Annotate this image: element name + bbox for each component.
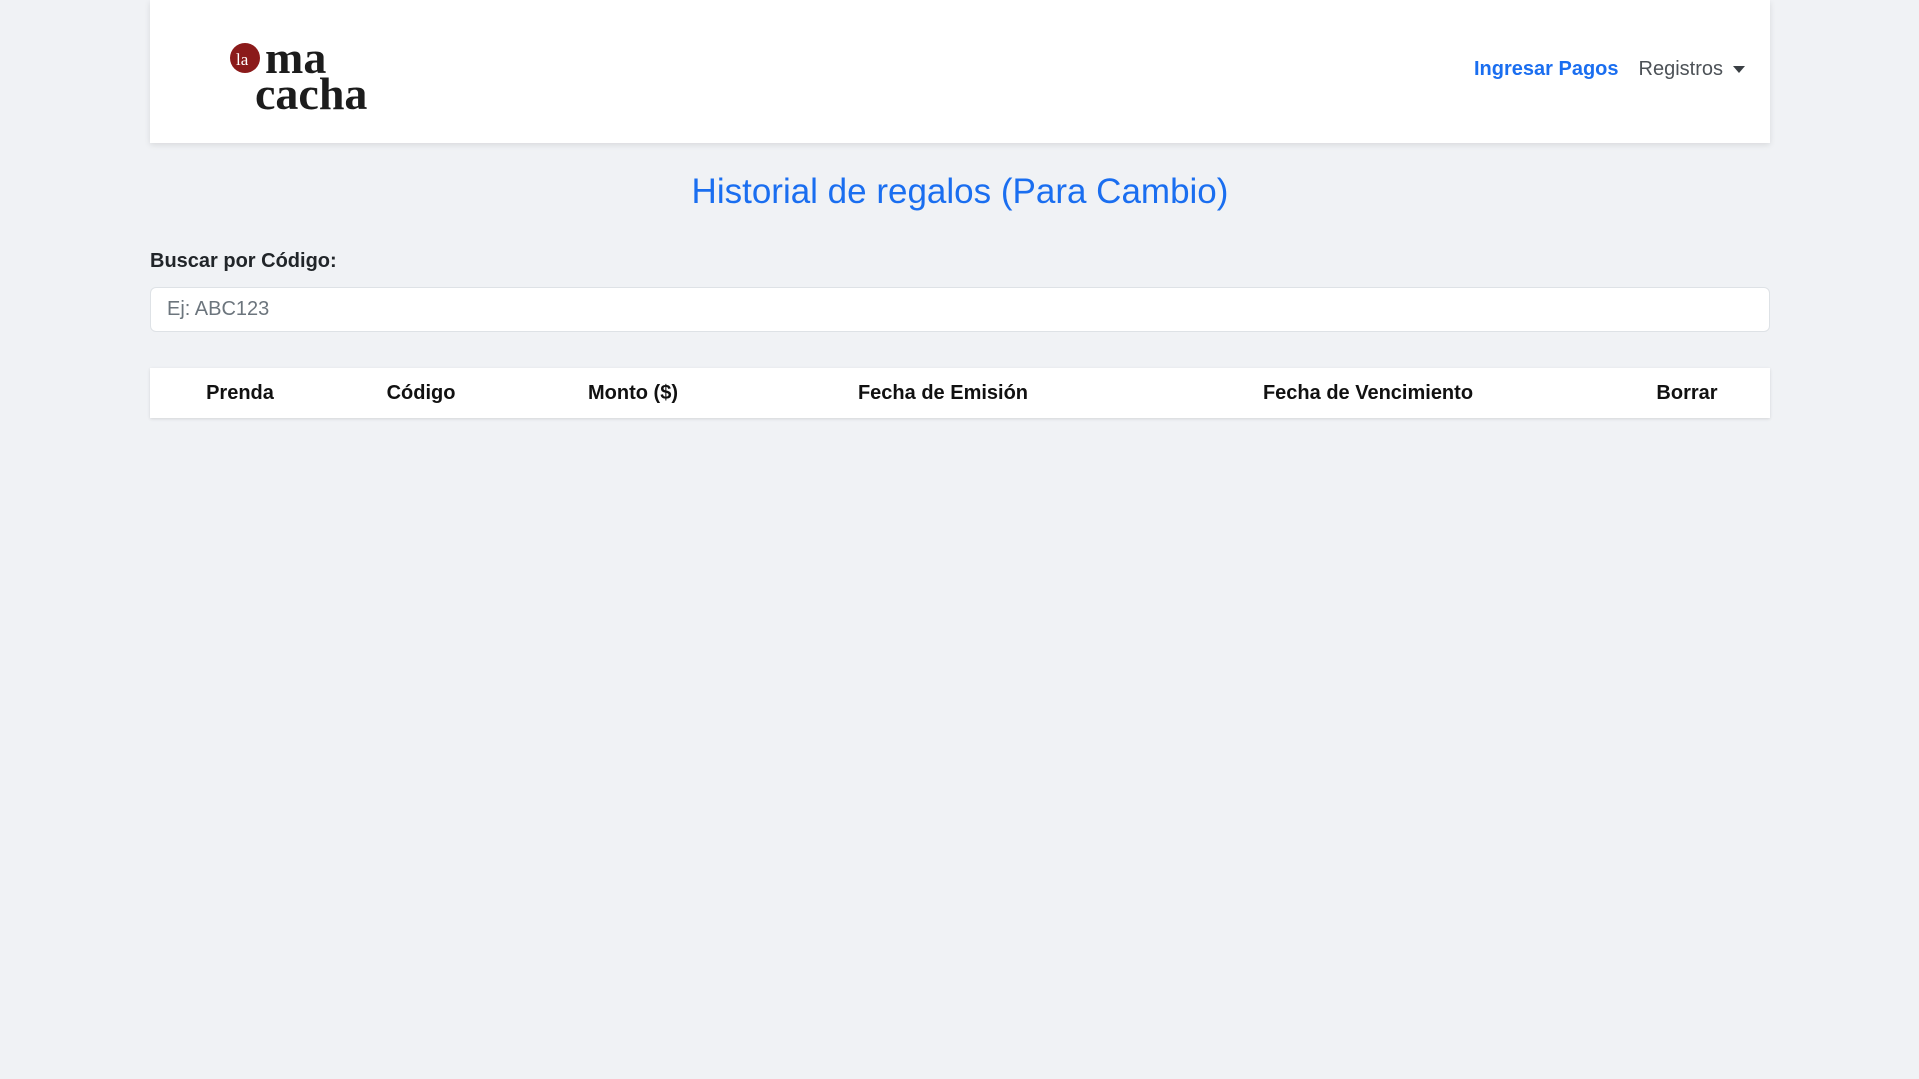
brand-logo[interactable]: la ma cacha [228, 40, 418, 112]
page-title: Historial de regalos (Para Cambio) [691, 172, 1229, 211]
nav-dropdown-registros[interactable]: Registros [1639, 58, 1745, 81]
col-header-fecha-emision: Fecha de Emisión [857, 382, 1029, 404]
search-input[interactable] [150, 287, 1770, 332]
nav-link-ingresar-pagos[interactable]: Ingresar Pagos [1474, 58, 1619, 81]
gifts-table: Prenda Código Monto ($) Fecha de Emisión… [150, 368, 1770, 418]
col-header-codigo: Código [386, 382, 456, 404]
col-header-monto: Monto ($) [588, 382, 678, 404]
col-header-fecha-vencimiento: Fecha de Vencimiento [1262, 382, 1474, 404]
page-container: la ma cacha Ingresar Pagos Registros His… [150, 0, 1770, 418]
logo-prefix: la [236, 50, 249, 69]
nav-links: Ingresar Pagos Registros [1474, 58, 1745, 81]
col-header-borrar: Borrar [1656, 382, 1718, 404]
nav-dropdown-label: Registros [1638, 58, 1723, 80]
logo-line2: cacha [255, 68, 367, 112]
caret-down-icon [1733, 66, 1745, 73]
search-label: Buscar por Código: [150, 250, 337, 272]
top-navbar: la ma cacha Ingresar Pagos Registros [150, 0, 1770, 143]
col-header-prenda: Prenda [206, 382, 274, 404]
